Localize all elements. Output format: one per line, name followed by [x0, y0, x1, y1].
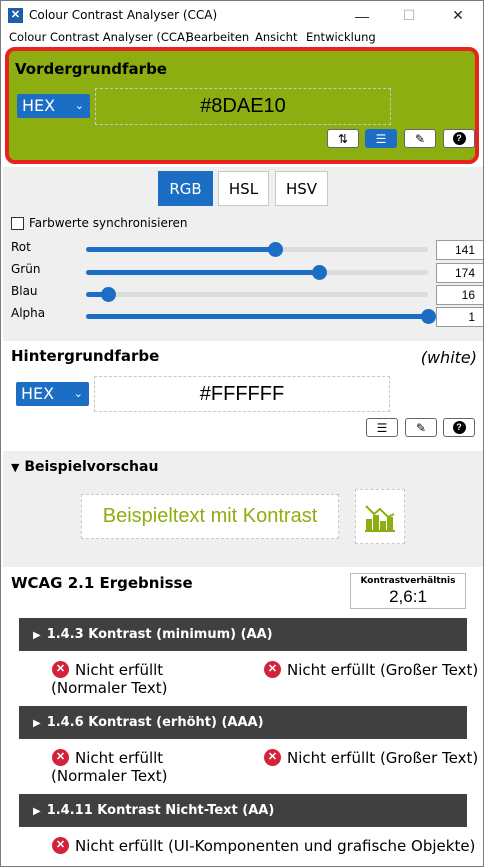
expand-triangle-icon: ▶: [33, 806, 41, 817]
result-large-text-aaa: Nicht erfüllt (Großer Text): [287, 749, 479, 767]
collapse-triangle-icon: ▼: [11, 461, 20, 474]
eyedropper-icon: ✎: [415, 420, 427, 435]
tab-hsv[interactable]: HSV: [275, 171, 328, 206]
menu-item-develop[interactable]: Entwicklung: [306, 30, 376, 44]
criterion-1-4-11-header[interactable]: ▶ 1.4.11 Kontrast Nicht-Text (AA): [19, 794, 467, 827]
red-value-input[interactable]: 141: [436, 240, 483, 260]
results-panel: WCAG 2.1 Ergebnisse Kontrastverhältnis 2…: [3, 567, 483, 866]
preview-header[interactable]: ▼ Beispielvorschau: [11, 459, 158, 475]
result-normal-text-aaa: Nicht erfüllt (Normaler Text): [51, 749, 168, 785]
criterion-label: 1.4.3 Kontrast (minimum) (AA): [46, 627, 273, 642]
slider-green-fill: [86, 270, 320, 275]
sync-label: Farbwerte synchronisieren: [29, 216, 188, 230]
sync-checkbox-row[interactable]: Farbwerte synchronisieren: [11, 216, 187, 230]
menu-item-app[interactable]: Colour Contrast Analyser (CCA): [9, 30, 189, 44]
minimize-button[interactable]: —: [339, 1, 385, 30]
background-title: Hintergrundfarbe: [11, 347, 160, 365]
background-hex-input[interactable]: #FFFFFF: [94, 376, 390, 412]
color-model-panel: RGB HSL HSV Farbwerte synchronisieren Ro…: [3, 167, 483, 341]
sliders-icon: ☰: [375, 131, 387, 146]
slider-label-alpha: Alpha: [11, 306, 46, 320]
menu-bar: Colour Contrast Analyser (CCA) Bearbeite…: [1, 30, 483, 45]
slider-label-green: Grün: [11, 262, 41, 276]
background-panel: Hintergrundfarbe (white) HEX ⌄ #FFFFFF ☰…: [3, 341, 483, 449]
background-sliders-button[interactable]: ☰: [366, 418, 398, 437]
foreground-title: Vordergrundfarbe: [15, 60, 167, 78]
sync-checkbox[interactable]: [11, 216, 24, 230]
menu-item-edit[interactable]: Bearbeiten: [186, 30, 249, 44]
window-title: Colour Contrast Analyser (CCA): [29, 8, 218, 22]
help-icon: ?: [452, 421, 466, 434]
preview-title-text: Beispielvorschau: [24, 459, 159, 475]
chevron-down-icon: ⌄: [74, 99, 84, 112]
results-title: WCAG 2.1 Ergebnisse: [11, 574, 193, 592]
criterion-1-4-3-header[interactable]: ▶ 1.4.3 Kontrast (minimum) (AA): [19, 618, 467, 651]
contrast-ratio-value: 2,6:1: [389, 587, 427, 606]
app-logo-icon: ✕: [8, 8, 23, 23]
slider-label-red: Rot: [11, 240, 31, 254]
menu-item-view[interactable]: Ansicht: [255, 30, 297, 44]
slider-red[interactable]: [86, 242, 428, 257]
slider-label-blue: Blau: [11, 284, 38, 298]
expand-triangle-icon: ▶: [33, 630, 41, 641]
title-bar: ✕ Colour Contrast Analyser (CCA) — ☐ ✕: [1, 1, 483, 30]
background-format-value: HEX: [21, 384, 55, 403]
criterion-label: 1.4.11 Kontrast Nicht-Text (AA): [46, 803, 275, 818]
fail-icon: ✕: [264, 749, 281, 766]
slider-blue[interactable]: [86, 287, 428, 302]
result-non-text: Nicht erfüllt (UI-Komponenten und grafis…: [75, 837, 476, 855]
contrast-ratio-label: Kontrastverhältnis: [360, 576, 456, 586]
result-large-text-aa: Nicht erfüllt (Großer Text): [287, 661, 479, 679]
criterion-1-4-6-header[interactable]: ▶ 1.4.6 Kontrast (erhöht) (AAA): [19, 706, 467, 739]
foreground-format-select[interactable]: HEX ⌄: [17, 94, 90, 118]
fail-icon: ✕: [264, 661, 281, 678]
contrast-ratio-box: Kontrastverhältnis 2,6:1: [350, 573, 466, 609]
slider-red-fill: [86, 247, 276, 252]
green-value-input[interactable]: 174: [436, 263, 483, 283]
preview-panel: ▼ Beispielvorschau Beispieltext mit Kont…: [3, 451, 483, 567]
tab-hsl[interactable]: HSL: [218, 171, 269, 206]
background-eyedropper-button[interactable]: ✎: [405, 418, 437, 437]
tab-rgb[interactable]: RGB: [158, 171, 213, 206]
chart-icon: [365, 504, 395, 532]
eyedropper-icon: ✎: [414, 131, 426, 146]
slider-alpha[interactable]: [86, 309, 436, 324]
foreground-panel: Vordergrundfarbe HEX ⌄ #8DAE10 ⇅ ☰ ✎ ?: [5, 47, 479, 164]
slider-alpha-fill: [86, 314, 428, 319]
foreground-eyedropper-button[interactable]: ✎: [404, 129, 436, 148]
slider-alpha-thumb[interactable]: [421, 309, 436, 324]
slider-red-thumb[interactable]: [268, 242, 284, 257]
foreground-format-value: HEX: [22, 96, 56, 115]
blue-value-input[interactable]: 16: [436, 285, 483, 305]
close-button[interactable]: ✕: [435, 1, 481, 30]
sample-text: Beispieltext mit Kontrast: [81, 494, 339, 539]
swap-colors-button[interactable]: ⇅: [327, 129, 359, 148]
slider-green[interactable]: [86, 265, 428, 280]
foreground-sliders-button[interactable]: ☰: [365, 129, 397, 148]
slider-green-thumb[interactable]: [312, 265, 328, 280]
sliders-icon: ☰: [376, 420, 388, 435]
expand-triangle-icon: ▶: [33, 718, 41, 729]
fail-icon: ✕: [52, 837, 69, 854]
alpha-value-input[interactable]: 1: [436, 307, 483, 327]
maximize-button[interactable]: ☐: [386, 1, 432, 30]
foreground-help-button[interactable]: ?: [443, 129, 475, 148]
foreground-hex-input[interactable]: #8DAE10: [95, 88, 391, 125]
background-help-button[interactable]: ?: [443, 418, 475, 437]
chevron-down-icon: ⌄: [73, 387, 83, 400]
sample-graphic: [355, 489, 405, 544]
criterion-label: 1.4.6 Kontrast (erhöht) (AAA): [46, 715, 264, 730]
background-format-select[interactable]: HEX ⌄: [16, 382, 89, 406]
app-window: ✕ Colour Contrast Analyser (CCA) — ☐ ✕ C…: [0, 0, 484, 867]
result-normal-text-aa: Nicht erfüllt (Normaler Text): [51, 661, 168, 697]
help-icon: ?: [452, 132, 466, 145]
swap-icon: ⇅: [337, 131, 349, 146]
slider-blue-thumb[interactable]: [100, 287, 116, 302]
background-color-name: (white): [420, 348, 477, 367]
